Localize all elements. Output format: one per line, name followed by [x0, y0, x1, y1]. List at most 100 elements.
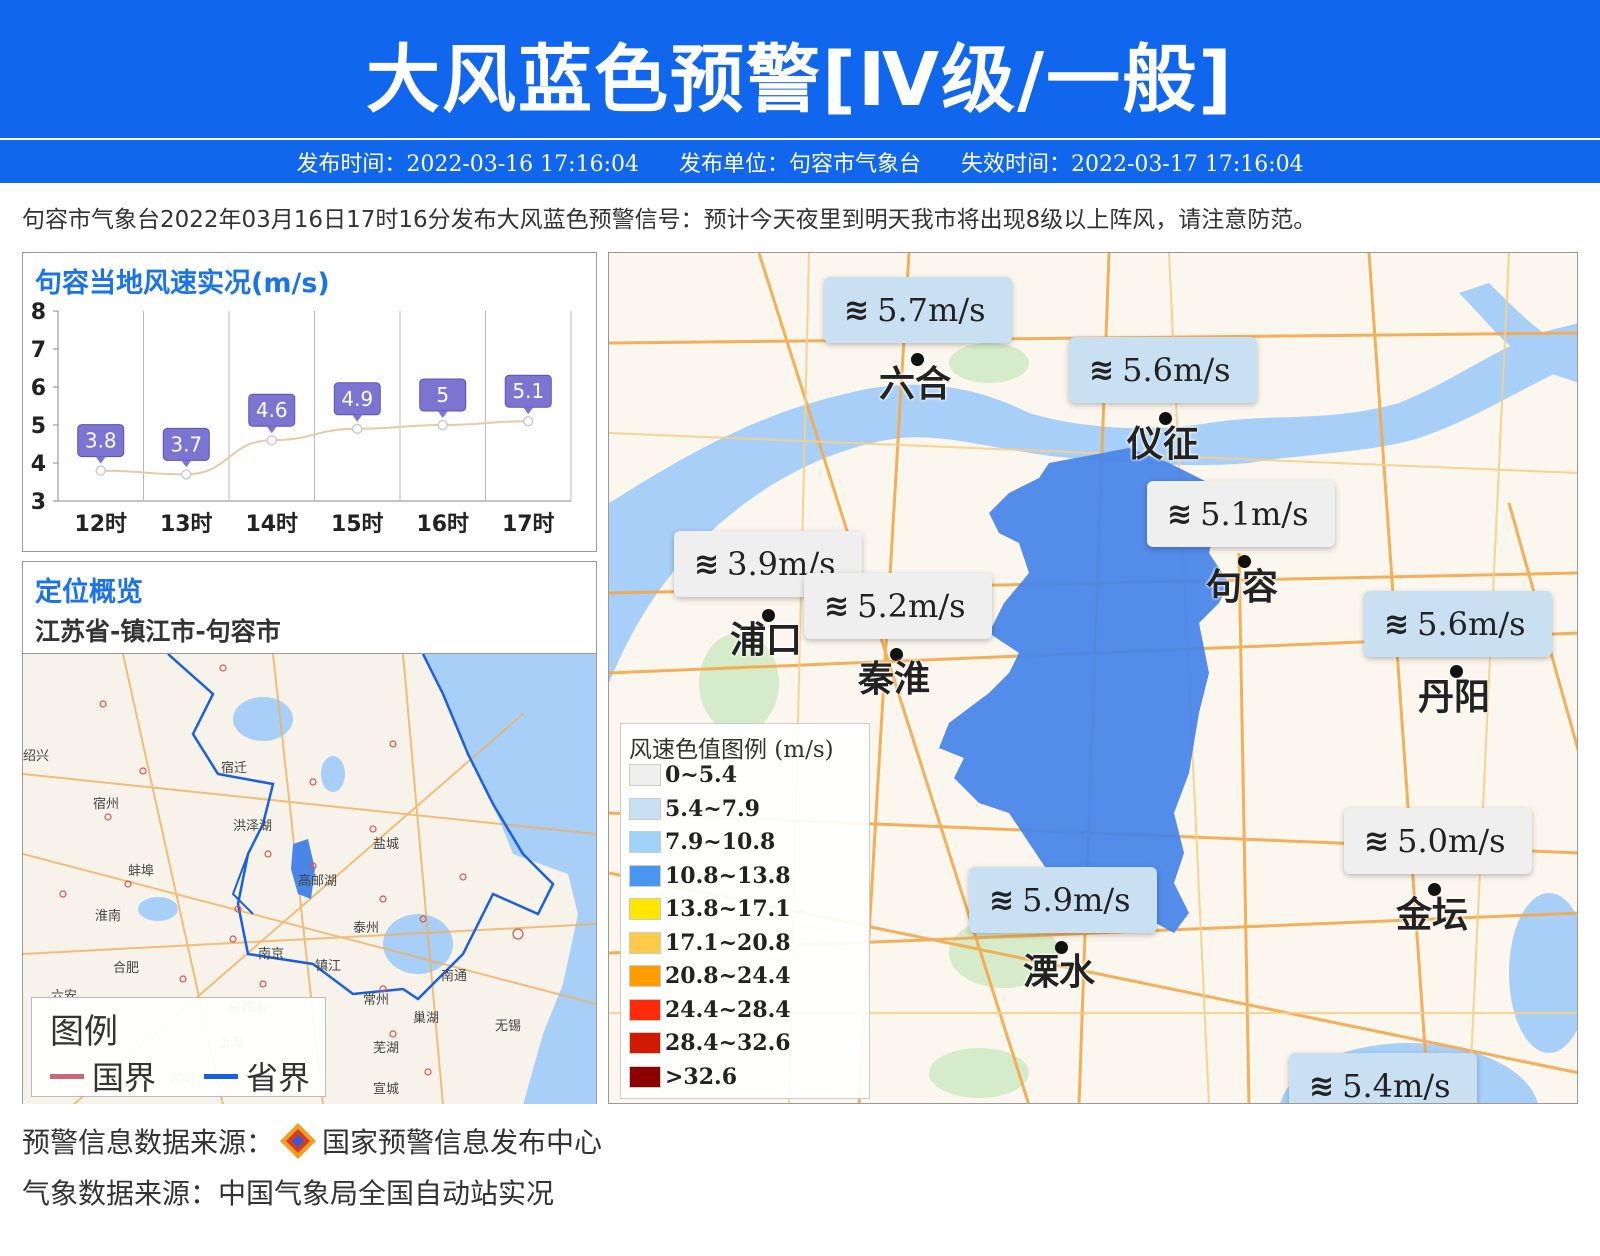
scale-swatch	[629, 1032, 661, 1054]
overview-city-label: 无锡	[495, 1019, 522, 1034]
legend-province-border: 省界	[204, 1053, 310, 1099]
city-label-pukou: 浦口	[730, 620, 803, 661]
overview-city-label: 芜湖	[373, 1041, 400, 1056]
overview-city-label: 常州	[363, 993, 390, 1008]
x-tick-label: 14时	[245, 512, 298, 537]
overview-city-label: 宿州	[93, 797, 120, 812]
wind-value: 5.6m/s	[1417, 605, 1526, 643]
scale-label: 7.9~10.8	[665, 829, 776, 855]
scale-row: 24.4~28.4	[629, 997, 791, 1023]
wind-icon: ≋	[1309, 1068, 1335, 1104]
scale-label: 17.1~20.8	[665, 929, 791, 956]
wind-label-yizheng: ≋ 5.6m/s	[1069, 337, 1257, 403]
x-tick-label: 15时	[331, 512, 384, 537]
overview-city-label: 绍兴	[23, 749, 50, 764]
overview-city-label: 宣城	[373, 1082, 400, 1097]
scale-row: 20.8~24.4	[629, 963, 791, 989]
legend-title: 图例	[50, 1012, 118, 1052]
overview-city-label: 南通	[441, 969, 468, 984]
warning-center-logo-icon	[280, 1123, 317, 1159]
wind-value: 5.6m/s	[1122, 351, 1231, 389]
warning-source-label: 预警信息数据来源：	[22, 1126, 275, 1159]
y-tick-label: 8	[31, 300, 46, 325]
scale-swatch	[629, 797, 661, 820]
data-label: 4.6	[256, 398, 288, 422]
city-label-danyang: 丹阳	[1418, 677, 1491, 718]
publisher: 发布单位：句容市气象台	[678, 151, 921, 177]
overview-city-label: 高邮湖	[298, 874, 338, 889]
scale-label: 24.4~28.4	[665, 996, 791, 1023]
scale-row: 7.9~10.8	[629, 829, 775, 855]
x-tick-label: 16时	[416, 512, 469, 537]
scale-row: 0~5.4	[629, 762, 737, 788]
data-point	[523, 415, 534, 427]
wind-speed-chart-panel: 句容当地风速实况(m/s) 3 4 5 6 7 8 3.8 12时 3.7 13时 4.6 14时 4.…	[22, 252, 597, 552]
overview-city-label: 镇江	[315, 959, 342, 974]
scale-row: 17.1~20.8	[629, 930, 791, 956]
national-border-swatch	[50, 1073, 84, 1079]
city-label-jintan: 金坛	[1396, 895, 1469, 936]
wind-label-liuhe: ≋ 5.7m/s	[824, 277, 1012, 343]
scale-label: 5.4~7.9	[665, 795, 760, 822]
scale-row: 5.4~7.9	[629, 796, 760, 822]
info-bar: 发布时间：2022-03-16 17:16:04 发布单位：句容市气象台 失效时…	[0, 140, 1600, 183]
location-panel: 定位概览 江苏省-镇江市-句容市 宿迁 宿州 洪泽湖 盐城 蚌埠 高邮湖 淮南 …	[22, 561, 597, 1104]
border-legend: 图例 国界 省界	[31, 997, 326, 1097]
scale-swatch	[629, 965, 661, 987]
scale-swatch	[629, 864, 661, 887]
data-label-pointer	[352, 414, 363, 422]
data-point	[266, 434, 277, 446]
data-label-pointer	[437, 411, 448, 418]
city-label-qinhuai: 秦淮	[858, 659, 931, 700]
scale-swatch	[629, 764, 661, 786]
data-label: 4.9	[341, 387, 373, 411]
scale-label: 28.4~32.6	[665, 1030, 791, 1056]
wind-icon: ≋	[1384, 606, 1410, 642]
overview-city-label: 洪泽湖	[233, 819, 273, 834]
x-tick-label: 17时	[502, 512, 555, 537]
y-tick-label: 6	[31, 376, 46, 401]
wind-value: 5.1m/s	[1200, 495, 1309, 533]
city-label-liuhe: 六合	[879, 364, 952, 405]
wind-scale-legend: 风速色值图例 (m/s) 0~5.4 5.4~7.9 7.9~10.8 10.8~13…	[620, 723, 870, 1099]
overview-map[interactable]: 宿迁宿州洪泽湖盐城蚌埠高邮湖淮南泰州南京合肥镇江南通六安常州马鞍山巢湖无锡上海芜…	[23, 653, 596, 1104]
warning-notice: 句容市气象台2022年03月16日17时16分发布大风蓝色预警信号：预计今天夜里…	[22, 207, 1317, 233]
warning-source: 预警信息数据来源： 国家预警信息发布中心	[22, 1121, 602, 1161]
data-point	[352, 423, 363, 435]
overview-city-label: 南京	[258, 947, 285, 962]
wind-label-jurong: ≋ 5.1m/s	[1147, 481, 1335, 547]
wind-icon: ≋	[694, 546, 720, 582]
weather-source: 气象数据来源：中国气象局全国自动站实况	[22, 1177, 555, 1210]
data-point	[181, 469, 192, 480]
scale-label: 0~5.4	[665, 762, 738, 788]
main-map[interactable]: ≋ 5.7m/s ≋ 5.6m/s ≋ 5.1m/s ≋ 3.9m/s ≋ 5.2m/s …	[608, 252, 1578, 1104]
city-label-jurong: 句容	[1206, 567, 1279, 608]
wind-icon: ≋	[1089, 352, 1115, 388]
scale-title: 风速色值图例 (m/s)	[629, 737, 834, 763]
wind-value: 5.9m/s	[1022, 881, 1131, 919]
legend-national-border: 国界	[50, 1053, 156, 1099]
scale-swatch	[629, 831, 661, 853]
data-label-pointer	[95, 456, 106, 464]
y-tick-label: 4	[31, 452, 46, 477]
wind-label-bottom: ≋ 5.4m/s	[1289, 1053, 1477, 1104]
province-border-swatch	[204, 1073, 238, 1079]
scale-swatch	[629, 931, 661, 954]
city-label-yizheng: 仪征	[1127, 424, 1200, 465]
wind-speed-chart: 3 4 5 6 7 8 3.8 12时 3.7 13时 4.6 14时 4.9 15时 5 16时 5.1 17时	[31, 300, 572, 537]
wind-icon: ≋	[824, 588, 850, 624]
data-label-pointer	[523, 407, 534, 415]
overview-city-label: 宿迁	[221, 761, 248, 776]
wind-label-qinhuai: ≋ 5.2m/s	[804, 573, 992, 639]
title-bar: 大风蓝色预警[Ⅳ级/一般]	[0, 0, 1600, 138]
data-label: 5.1	[512, 379, 544, 403]
overview-city-label: 蚌埠	[128, 864, 155, 879]
wind-label-danyang: ≋ 5.6m/s	[1364, 591, 1552, 657]
scale-swatch	[629, 1065, 661, 1088]
publish-time: 发布时间：2022-03-16 17:16:04	[296, 151, 639, 177]
page-title: 大风蓝色预警[Ⅳ级/一般]	[366, 37, 1234, 123]
wind-value: 5.0m/s	[1397, 822, 1506, 860]
wind-icon: ≋	[1364, 823, 1390, 859]
overview-city-label: 合肥	[113, 961, 140, 976]
location-title: 定位概览	[35, 577, 143, 608]
